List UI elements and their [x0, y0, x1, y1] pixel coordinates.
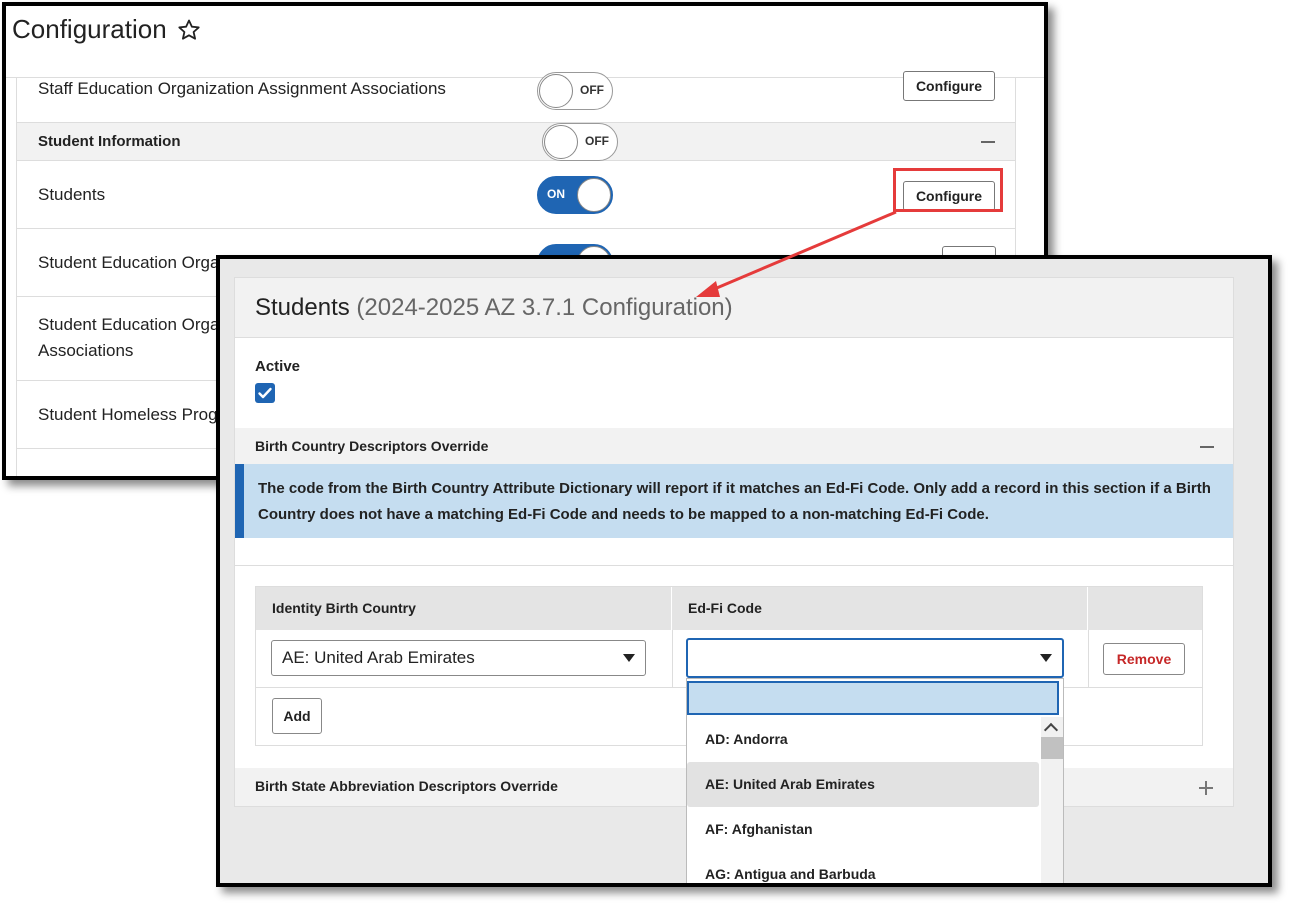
section-birth-country[interactable]: Birth Country Descriptors Override	[235, 428, 1233, 466]
row-students: Students ON Configure	[17, 161, 1015, 229]
col-header-edfi-code: Ed-Fi Code	[672, 587, 1088, 630]
checkmark-icon	[258, 387, 272, 399]
dropdown-option[interactable]: AD: Andorra	[687, 717, 1039, 762]
col-header-actions	[1088, 587, 1204, 630]
divider	[235, 565, 1233, 566]
configuration-header: Configuration	[6, 6, 1044, 78]
caret-down-icon	[1040, 654, 1052, 662]
toggle-students[interactable]: ON	[537, 176, 613, 214]
col-header-birth-country: Identity Birth Country	[256, 587, 672, 630]
page-title-text: Configuration	[12, 14, 167, 44]
section-label: Student Information	[38, 133, 181, 150]
dropdown-options: AD: Andorra AE: United Arab Emirates AF:…	[687, 717, 1039, 883]
panel-header: Students (2024-2025 AZ 3.7.1 Configurati…	[235, 278, 1233, 338]
expand-icon[interactable]	[1199, 781, 1213, 795]
toggle-state: OFF	[580, 83, 604, 97]
active-label: Active	[255, 358, 301, 375]
toggle-knob	[577, 178, 611, 212]
active-checkbox[interactable]	[255, 383, 275, 403]
toggle-knob	[539, 74, 573, 108]
row-label-line1: Student Education Orga	[38, 315, 220, 334]
section-label: Birth State Abbreviation Descriptors Ove…	[255, 778, 558, 794]
students-configuration-window: Students (2024-2025 AZ 3.7.1 Configurati…	[216, 255, 1272, 887]
toggle-knob	[544, 125, 578, 159]
scroll-thumb[interactable]	[1041, 737, 1063, 759]
panel-title-sub: (2024-2025 AZ 3.7.1 Configuration)	[356, 294, 733, 321]
collapse-icon[interactable]	[981, 141, 995, 143]
chevron-up-icon[interactable]	[1043, 722, 1059, 738]
panel-title: Students (2024-2025 AZ 3.7.1 Configurati…	[255, 294, 733, 322]
dropdown-option-highlighted[interactable]: AE: United Arab Emirates	[687, 762, 1039, 807]
toggle-state: ON	[547, 187, 565, 201]
info-message: The code from the Birth Country Attribut…	[235, 464, 1233, 538]
collapse-icon[interactable]	[1200, 446, 1214, 448]
row-label: Students	[38, 185, 106, 204]
row-label: Student Needs	[38, 470, 150, 476]
remove-button[interactable]: Remove	[1103, 643, 1185, 675]
row-staff-edorg-assignment: Staff Education Organization Assignment …	[17, 71, 1015, 123]
callout-highlight	[893, 168, 1003, 212]
dropdown-option[interactable]: AG: Antigua and Barbuda	[687, 852, 1039, 883]
select-value: AE: United Arab Emirates	[282, 648, 475, 667]
col-divider	[1088, 630, 1089, 688]
dropdown-search-input[interactable]	[687, 681, 1059, 715]
toggle-state: OFF	[585, 134, 609, 148]
col-divider	[672, 630, 673, 688]
edfi-code-dropdown: AD: Andorra AE: United Arab Emirates AF:…	[686, 678, 1064, 883]
row-label-line2: Associations	[38, 341, 134, 360]
toggle-staff-edorg-assignment[interactable]: OFF	[537, 72, 613, 110]
dropdown-option[interactable]: AF: Afghanistan	[687, 807, 1039, 852]
star-icon[interactable]	[177, 18, 201, 42]
dropdown-scrollbar[interactable]	[1041, 717, 1063, 883]
toggle-student-information[interactable]: OFF	[542, 123, 618, 161]
birth-country-select[interactable]: AE: United Arab Emirates	[271, 640, 646, 676]
add-button[interactable]: Add	[272, 698, 322, 734]
grid-header: Identity Birth Country Ed-Fi Code	[256, 587, 1202, 630]
page-title: Configuration	[12, 14, 201, 45]
row-label: Student Homeless Prog	[38, 405, 218, 424]
panel-title-main: Students	[255, 294, 350, 321]
row-label: Staff Education Organization Assignment …	[38, 79, 446, 98]
caret-down-icon	[623, 654, 635, 662]
section-student-information: Student Information OFF	[17, 123, 1015, 161]
edfi-code-select[interactable]	[686, 638, 1064, 678]
section-label: Birth Country Descriptors Override	[255, 438, 489, 454]
configure-button[interactable]: Configure	[903, 71, 995, 101]
